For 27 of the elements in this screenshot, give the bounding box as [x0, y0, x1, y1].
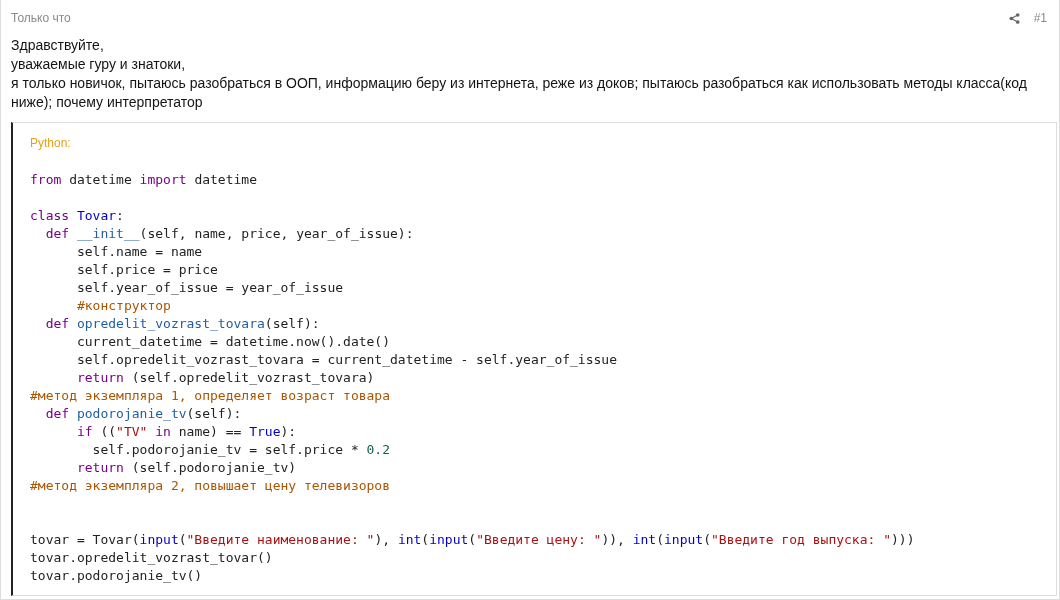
code-line: self.price = price: [75, 261, 219, 279]
code-line: tovar.opredelit_vozrast_tovar(): [30, 549, 274, 567]
code-line: current_datetime = datetime.now().date(): [75, 333, 392, 351]
code-line: #конструктор: [75, 297, 172, 315]
post-text-line: я только новичок, пытаюсь разобраться в ООП, информацию беру из интернета, реже из доков; пытаюсь разобраться как использовать методы класса(код ниже); почему интерпретатор: [11, 74, 1028, 112]
code-line: return (self.opredelit_vozrast_tovara): [75, 369, 376, 387]
code-line: #метод экземпляра 2, повышает цену телевизоров: [30, 477, 392, 495]
code-line: return (self.podorojanie_tv): [75, 459, 298, 477]
code-line: def __init__(self, name, price, year_of_issue):: [44, 225, 415, 243]
code-line: self.podorojanie_tv = self.price * 0.2: [91, 441, 392, 459]
code-line: class Tovar:: [30, 207, 125, 225]
post-text-line: Здравствуйте,: [11, 36, 105, 55]
code-line: tovar = Tovar(input("Введите наименование: "), int(input("Введите цену: ")), int(input("Введите год выпуска: "))): [30, 531, 916, 549]
code-line: self.opredelit_vozrast_tovara = current_datetime - self.year_of_issue: [75, 351, 618, 369]
code-line: def opredelit_vozrast_tovara(self):: [44, 315, 321, 333]
share-icon[interactable]: [1008, 12, 1020, 24]
code-language-label: Python:: [30, 135, 72, 151]
code-line: if (("TV" in name) == True):: [75, 423, 298, 441]
code-line: from datetime import datetime: [30, 171, 258, 189]
code-line: self.year_of_issue = year_of_issue: [75, 279, 345, 297]
post-text-line: уважаемые гуру и знатоки,: [11, 55, 187, 74]
code-line: #метод экземпляра 1, определяет возраст товара: [30, 387, 392, 405]
code-line: tovar.podorojanie_tv(): [30, 567, 204, 585]
post-time: Только что: [11, 11, 71, 25]
post-number-link[interactable]: #1: [1033, 11, 1047, 25]
code-line: def podorojanie_tv(self):: [44, 405, 243, 423]
code-line: self.name = name: [75, 243, 204, 261]
